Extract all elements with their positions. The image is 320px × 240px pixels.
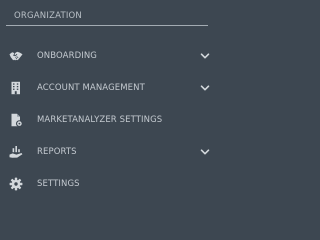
building-icon (9, 81, 23, 95)
gear-icon (9, 177, 23, 191)
sidebar-item-label: ACCOUNT MANAGEMENT (37, 83, 145, 93)
sidebar-item-account-management[interactable]: ACCOUNT MANAGEMENT (0, 75, 222, 101)
sidebar-item-label: MARKETANALYZER SETTINGS (37, 115, 163, 125)
sidebar: ORGANIZATION ONBOARDING ACCOUNT MANAGEME… (0, 0, 222, 206)
sidebar-item-label: ONBOARDING (37, 51, 97, 61)
chevron-down-icon (200, 83, 210, 93)
sidebar-item-onboarding[interactable]: ONBOARDING (0, 43, 222, 69)
file-settings-icon (9, 113, 23, 127)
sidebar-item-label: REPORTS (37, 147, 77, 157)
sidebar-item-marketanalyzer-settings[interactable]: MARKETANALYZER SETTINGS (0, 107, 222, 133)
hand-chart-icon (9, 145, 23, 159)
sidebar-item-settings[interactable]: SETTINGS (0, 171, 222, 197)
sidebar-item-reports[interactable]: REPORTS (0, 139, 222, 165)
chevron-down-icon (200, 51, 210, 61)
sidebar-item-label: SETTINGS (37, 179, 80, 189)
chevron-down-icon (200, 147, 210, 157)
section-title: ORGANIZATION (14, 11, 82, 21)
handshake-icon (9, 49, 23, 63)
section-divider (6, 25, 208, 26)
